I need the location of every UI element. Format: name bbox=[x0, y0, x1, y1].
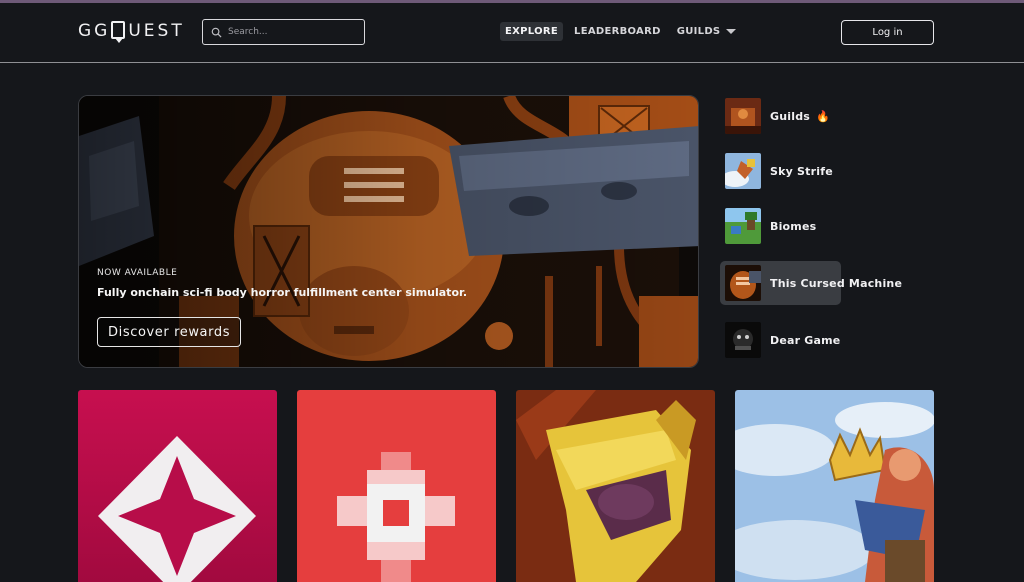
search-input[interactable] bbox=[228, 27, 348, 37]
discover-rewards-button[interactable]: Discover rewards bbox=[97, 317, 242, 347]
biomes-thumbnail bbox=[725, 208, 761, 244]
yellow-glove-art bbox=[516, 390, 715, 582]
login-button[interactable]: Log in bbox=[841, 20, 934, 45]
sidebar-item-label: Dear Game bbox=[770, 333, 841, 347]
game-card-2[interactable] bbox=[297, 390, 496, 582]
search-icon bbox=[211, 27, 222, 38]
sidebar-item-label: Guilds 🔥 bbox=[770, 109, 830, 123]
ggquest-logo[interactable]: GG UEST bbox=[78, 21, 185, 43]
this-cursed-machine-thumbnail bbox=[725, 265, 761, 301]
logo-text-right: UEST bbox=[128, 21, 185, 41]
logo-text-left: GG bbox=[78, 21, 111, 41]
sidebar-item-guilds[interactable]: Guilds 🔥 bbox=[720, 96, 1020, 136]
sidebar-item-sky-strife[interactable]: Sky Strife bbox=[720, 151, 1020, 191]
fire-icon: 🔥 bbox=[816, 109, 830, 123]
hero-kicker: NOW AVAILABLE bbox=[97, 268, 178, 278]
featured-games-list: Guilds 🔥 Sky Strife Biomes This Cursed Ma… bbox=[720, 96, 1020, 375]
pixel-cross-logo-art bbox=[297, 390, 496, 582]
nav-explore[interactable]: EXPLORE bbox=[500, 22, 564, 41]
chevron-down-icon bbox=[726, 28, 737, 34]
top-navbar: GG UEST EXPLORE LEADERBOARD GUILDS Log i… bbox=[0, 3, 1024, 63]
guilds-thumbnail bbox=[725, 98, 761, 134]
sky-strife-thumbnail bbox=[725, 153, 761, 189]
game-card-1[interactable] bbox=[78, 390, 277, 582]
nav-guilds[interactable]: GUILDS bbox=[672, 22, 742, 41]
hero-subtitle: Fully onchain sci-fi body horror fulfill… bbox=[97, 286, 468, 299]
sidebar-item-label: Sky Strife bbox=[770, 164, 833, 178]
sidebar-item-biomes[interactable]: Biomes bbox=[720, 206, 1020, 246]
sidebar-item-label: This Cursed Machine bbox=[770, 276, 903, 290]
sidebar-item-label: Biomes bbox=[770, 219, 817, 233]
dear-game-thumbnail bbox=[725, 322, 761, 358]
sidebar-item-dear-game[interactable]: Dear Game bbox=[720, 320, 1020, 360]
game-card-3[interactable] bbox=[516, 390, 715, 582]
nav-guilds-label: GUILDS bbox=[676, 26, 721, 37]
logo-q-bubble-icon bbox=[111, 21, 126, 43]
game-card-4[interactable] bbox=[735, 390, 934, 582]
compass-star-logo-art bbox=[78, 390, 277, 582]
hero-banner[interactable]: NOW AVAILABLE Fully onchain sci-fi body … bbox=[78, 95, 699, 368]
sidebar-item-this-cursed-machine[interactable]: This Cursed Machine bbox=[720, 261, 902, 305]
nav-leaderboard[interactable]: LEADERBOARD bbox=[569, 22, 666, 41]
main-nav: EXPLORE LEADERBOARD GUILDS bbox=[500, 22, 741, 41]
sky-hero-with-crown-art bbox=[735, 390, 934, 582]
search-box[interactable] bbox=[202, 19, 365, 45]
